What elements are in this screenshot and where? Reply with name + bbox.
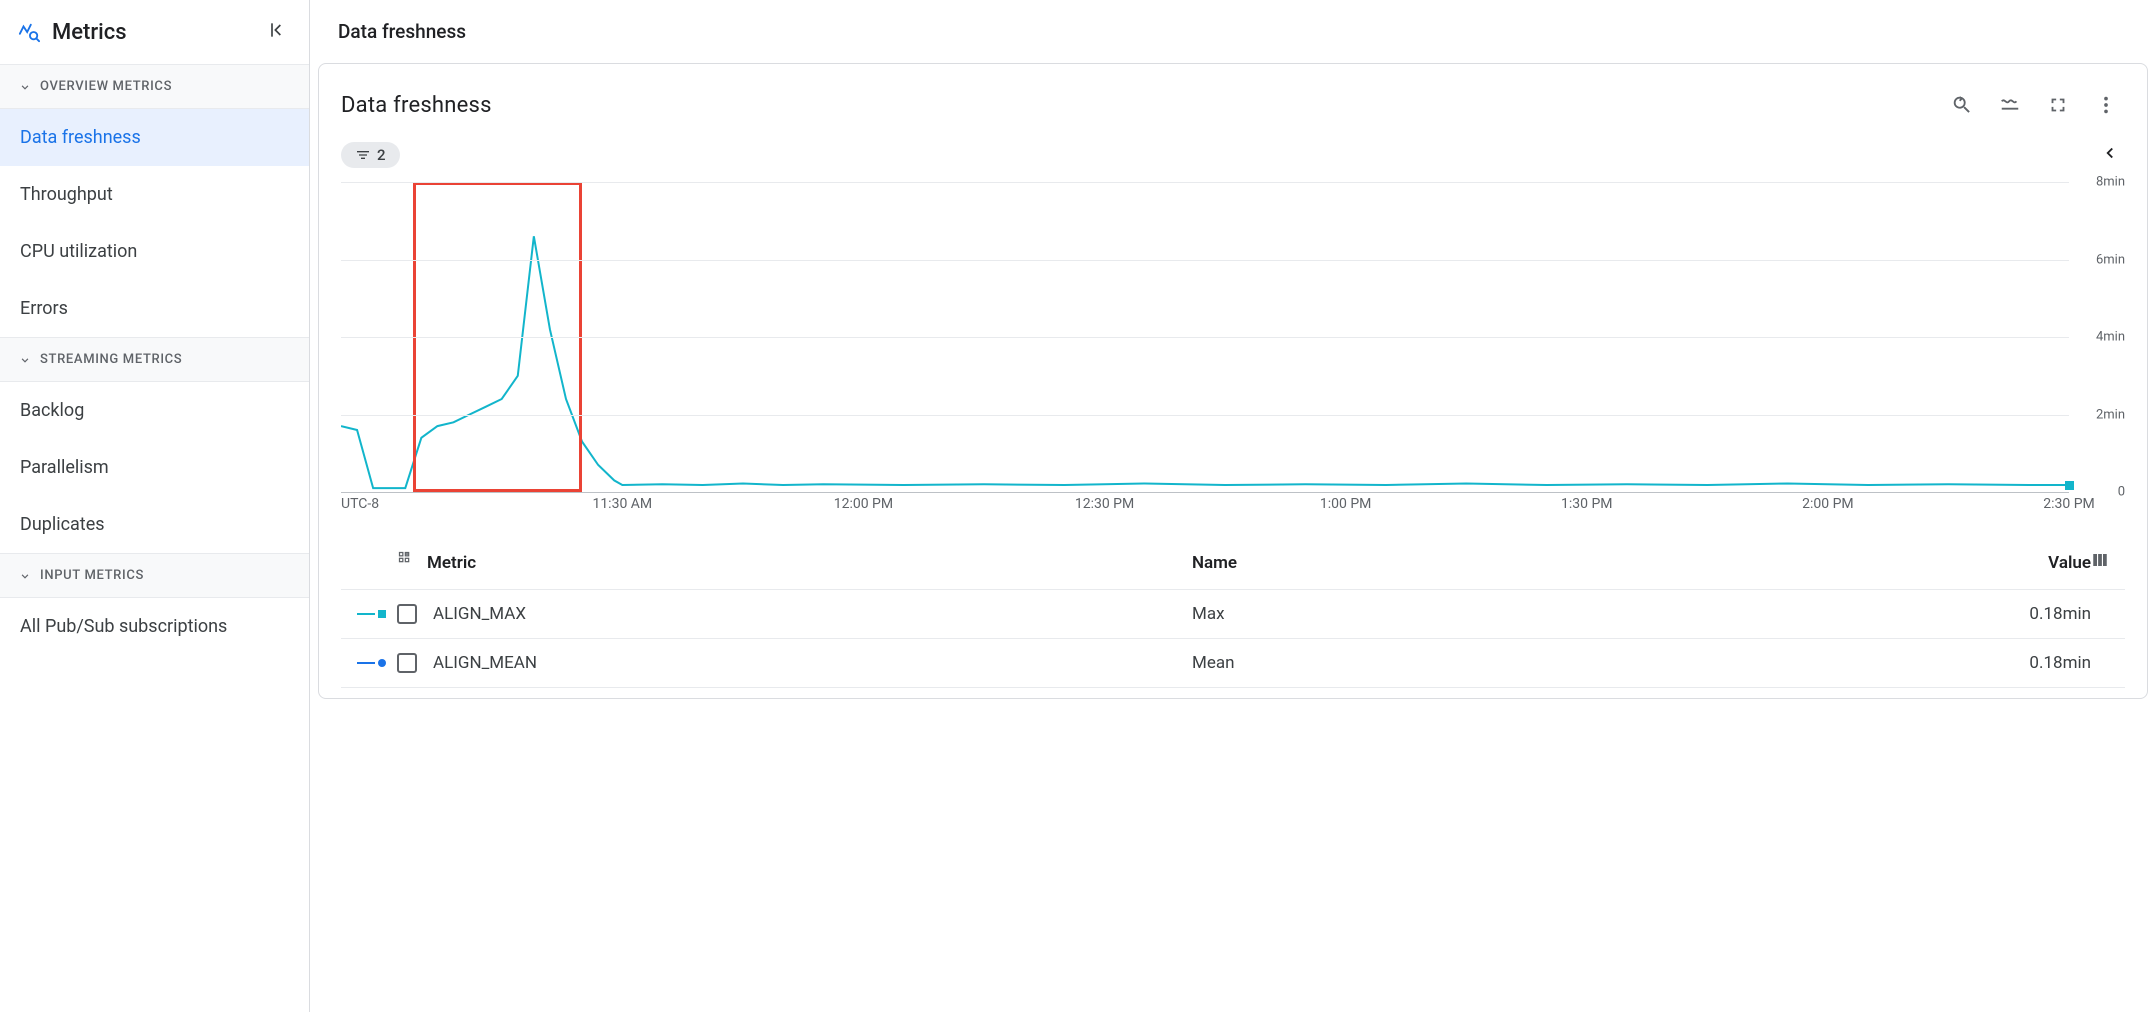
x-tick: 12:30 PM xyxy=(1075,496,1134,512)
legend-toggle-button[interactable] xyxy=(1991,86,2029,124)
name-cell: Mean xyxy=(1192,653,1951,673)
fullscreen-button[interactable] xyxy=(2039,86,2077,124)
col-name: Name xyxy=(1192,553,1951,573)
filter-row: 2 xyxy=(341,138,2125,172)
table-row: ALIGN_MEANMean0.18min xyxy=(341,639,2125,688)
columns-icon[interactable] xyxy=(2091,551,2121,574)
x-tick: 11:30 AM xyxy=(592,496,652,512)
filter-chip[interactable]: 2 xyxy=(341,142,400,168)
value-cell: 0.18min xyxy=(1951,653,2091,673)
chevron-down-icon xyxy=(18,353,32,367)
timezone-label: UTC-8 xyxy=(341,496,379,512)
legend-table: Metric Name Value ALIGN_MAXMax0.18minALI… xyxy=(341,536,2125,688)
more-options-button[interactable] xyxy=(2087,86,2125,124)
sidebar-item[interactable]: Data freshness xyxy=(0,109,309,166)
card-header: Data freshness xyxy=(341,86,2125,124)
y-tick: 6min xyxy=(2096,252,2125,267)
card-title: Data freshness xyxy=(341,93,492,118)
col-metric: Metric xyxy=(427,553,476,573)
filter-count: 2 xyxy=(377,146,386,164)
x-tick: 12:00 PM xyxy=(834,496,893,512)
sidebar: Metrics OVERVIEW METRICSData freshnessTh… xyxy=(0,0,310,1012)
series-marker xyxy=(345,610,397,618)
col-value: Value xyxy=(1951,553,2091,573)
metric-cell: ALIGN_MEAN xyxy=(433,653,1192,673)
sidebar-item[interactable]: Errors xyxy=(0,280,309,337)
sidebar-item[interactable]: Backlog xyxy=(0,382,309,439)
sidebar-item[interactable]: CPU utilization xyxy=(0,223,309,280)
sidebar-item[interactable]: Parallelism xyxy=(0,439,309,496)
collapse-sidebar-button[interactable] xyxy=(263,16,291,48)
page-title: Data freshness xyxy=(310,0,2156,63)
x-tick: 1:30 PM xyxy=(1561,496,1613,512)
x-tick: 2:30 PM xyxy=(2043,496,2095,512)
main-content: Data freshness Data freshness xyxy=(310,0,2156,1012)
x-tick: 2:00 PM xyxy=(1802,496,1854,512)
y-tick: 2min xyxy=(2096,407,2125,422)
chevron-down-icon xyxy=(18,569,32,583)
value-cell: 0.18min xyxy=(1951,604,2091,624)
sidebar-header: Metrics xyxy=(0,0,309,64)
section-header[interactable]: STREAMING METRICS xyxy=(0,337,309,382)
name-cell: Max xyxy=(1192,604,1951,624)
sidebar-item[interactable]: All Pub/Sub subscriptions xyxy=(0,598,309,655)
collapse-legend-button[interactable] xyxy=(2095,138,2125,172)
section-header[interactable]: INPUT METRICS xyxy=(0,553,309,598)
section-header[interactable]: OVERVIEW METRICS xyxy=(0,64,309,109)
filter-icon xyxy=(355,147,371,163)
y-tick: 0 xyxy=(2118,485,2125,500)
series-end-marker xyxy=(2065,481,2074,490)
table-row: ALIGN_MAXMax0.18min xyxy=(341,590,2125,639)
series-marker xyxy=(345,659,397,667)
table-header-row: Metric Name Value xyxy=(341,536,2125,590)
series-checkbox[interactable] xyxy=(397,653,417,673)
sidebar-title: Metrics xyxy=(52,20,251,45)
x-axis: UTC-8 11:30 AM 12:00 PM 12:30 PM 1:00 PM 1:30… xyxy=(341,496,2069,520)
reset-zoom-button[interactable] xyxy=(1943,86,1981,124)
chart-card: Data freshness 2 xyxy=(318,63,2148,699)
sidebar-item[interactable]: Duplicates xyxy=(0,496,309,553)
metrics-icon xyxy=(18,21,40,43)
y-tick: 8min xyxy=(2096,175,2125,190)
x-tick: 1:00 PM xyxy=(1320,496,1372,512)
chevron-down-icon xyxy=(18,80,32,94)
series-checkbox[interactable] xyxy=(397,604,417,624)
metric-cell: ALIGN_MAX xyxy=(433,604,1192,624)
chart-area[interactable]: UTC-8 11:30 AM 12:00 PM 12:30 PM 1:00 PM 1:30… xyxy=(341,182,2125,520)
sidebar-item[interactable]: Throughput xyxy=(0,166,309,223)
y-tick: 4min xyxy=(2096,330,2125,345)
